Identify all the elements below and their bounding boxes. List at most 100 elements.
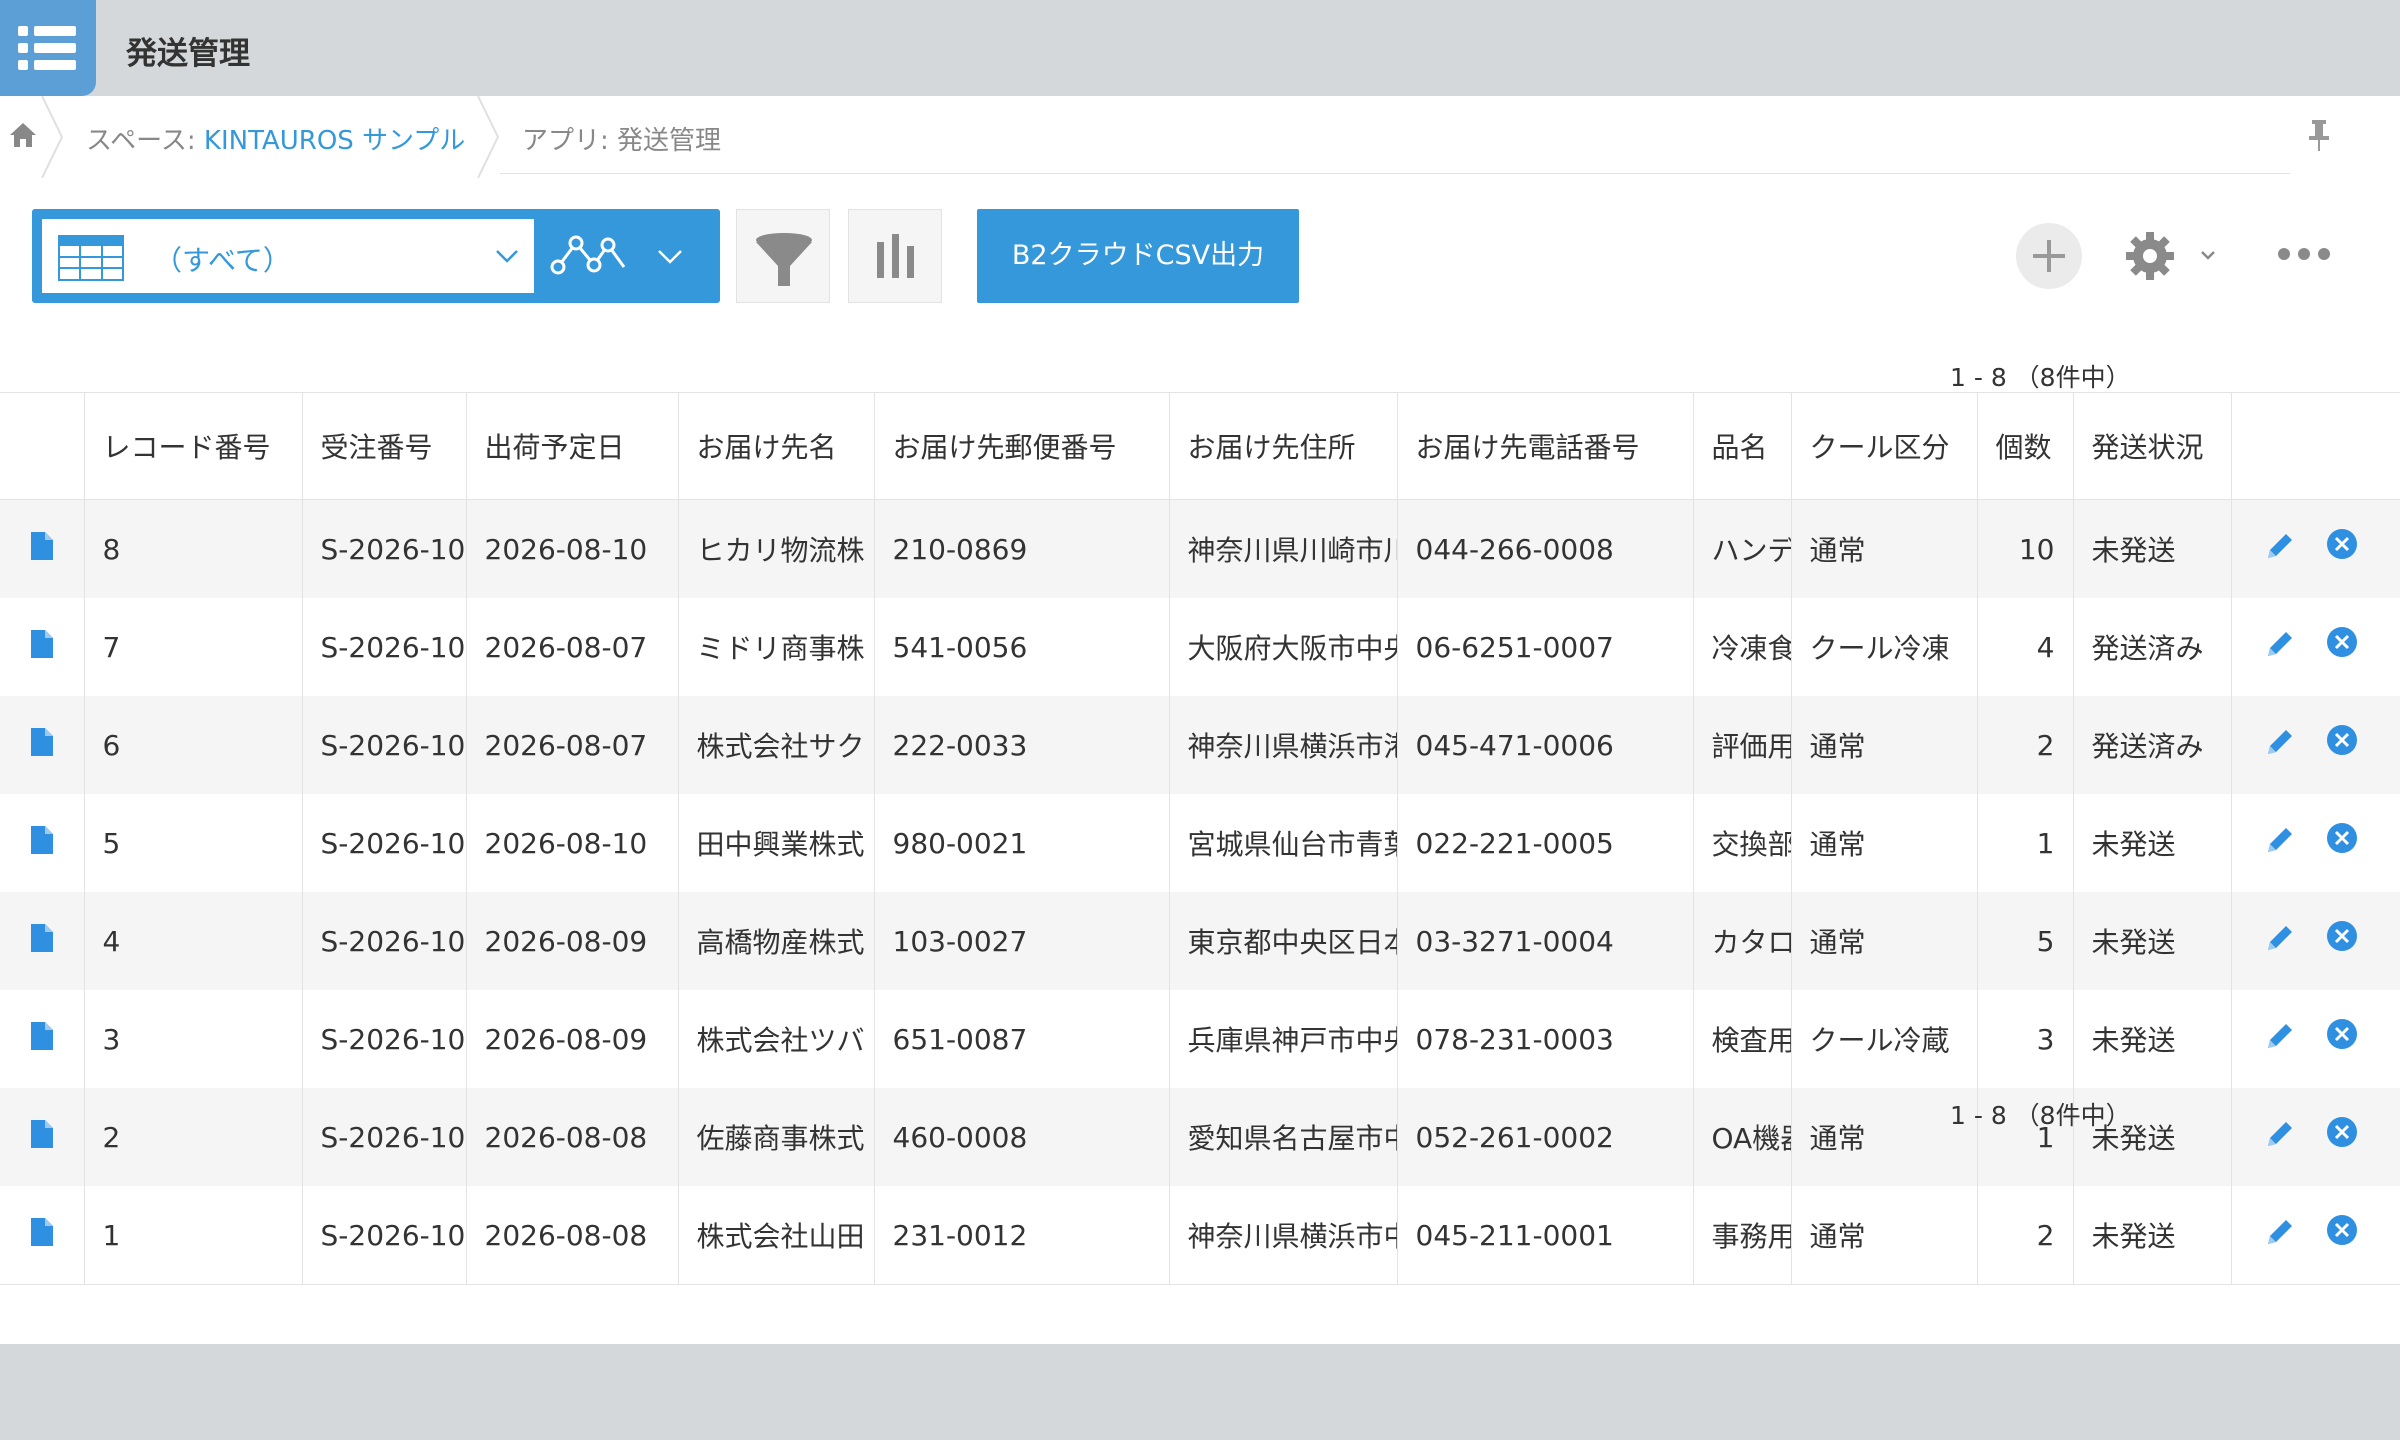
column-header[interactable]: 受注番号 [301,392,466,500]
settings-button[interactable] [2122,226,2222,286]
table-cell: 宮城県仙台市青葉 [1168,794,1397,892]
breadcrumb-app[interactable]: アプリ: 発送管理 [522,120,721,157]
row-actions [2230,990,2400,1088]
pencil-icon[interactable] [2262,1214,2298,1250]
graph-icon[interactable] [550,231,632,281]
chart-button[interactable] [848,209,942,303]
table-cell: 980-0021 [873,794,1169,892]
record-detail-link[interactable] [0,892,84,990]
table-cell: 3 [1976,990,2073,1088]
close-circle-icon[interactable] [2326,822,2358,854]
table-cell: S-2026-10 [301,1186,466,1285]
table-cell: 2026-08-07 [465,598,678,696]
pin-icon[interactable] [2306,118,2332,152]
table-cell: 1 [1976,794,2073,892]
table-cell: S-2026-10 [301,990,466,1088]
home-icon[interactable] [8,120,38,150]
column-header[interactable]: お届け先郵便番号 [873,392,1169,500]
table-cell: S-2026-10 [301,499,466,598]
pencil-icon[interactable] [2262,822,2298,858]
table-cell: 株式会社ツバ [677,990,874,1088]
table-row[interactable]: 1 S-2026-10 2026-08-08 株式会社山田 231-0012 神奈川県横浜… [0,1186,2400,1285]
list-icon[interactable] [0,0,96,96]
close-circle-icon[interactable] [2326,724,2358,756]
breadcrumb-space-link[interactable]: KINTAUROS サンプル [204,126,465,156]
table-row[interactable]: 6 S-2026-10 2026-08-07 株式会社サク 222-0033 神奈川県横浜… [0,696,2400,794]
view-select-dropdown[interactable]: （すべて） [42,219,534,293]
table-cell: 未発送 [2072,1186,2231,1285]
table-cell: 460-0008 [873,1088,1169,1186]
close-circle-icon[interactable] [2326,1018,2358,1050]
pencil-icon[interactable] [2262,1116,2298,1152]
row-actions [2230,794,2400,892]
breadcrumb-separator [477,96,500,178]
pencil-icon[interactable] [2262,1018,2298,1054]
table-row[interactable]: 5 S-2026-10 2026-08-10 田中興業株式 980-0021 宮城県仙台市… [0,794,2400,892]
table-cell: 佐藤商事株式 [677,1088,874,1186]
pencil-icon[interactable] [2262,528,2298,564]
record-detail-link[interactable] [0,499,84,598]
column-header[interactable]: クール区分 [1790,392,1977,500]
table-cell: 03-3271-0004 [1396,892,1693,990]
table-cell: 通常 [1790,499,1977,598]
column-header[interactable]: レコード番号 [83,392,302,500]
view-select-label: （すべて） [154,244,291,277]
table-cell: 未発送 [2072,794,2231,892]
pagination-top: 1 - 8 （8件中） [1950,363,2131,392]
column-header[interactable]: 個数 [1976,392,2073,500]
pencil-icon[interactable] [2262,626,2298,662]
column-header[interactable]: 発送状況 [2072,392,2231,500]
table-cell: 神奈川県横浜市港 [1168,696,1397,794]
more-options-button[interactable] [2276,242,2332,266]
row-actions [2230,499,2400,598]
pencil-icon[interactable] [2262,920,2298,956]
pencil-icon[interactable] [2262,724,2298,760]
table-cell: 通常 [1790,892,1977,990]
close-circle-icon[interactable] [2326,1214,2358,1246]
b2-csv-export-button[interactable]: B2クラウドCSV出力 [977,209,1299,303]
close-circle-icon[interactable] [2326,626,2358,658]
table-cell: 3 [83,990,302,1088]
record-detail-link[interactable] [0,696,84,794]
record-detail-link[interactable] [0,598,84,696]
record-detail-link[interactable] [0,1186,84,1285]
table-cell: クール冷凍 [1790,598,1977,696]
table-cell: 冷凍食 [1692,598,1791,696]
table-cell: S-2026-10 [301,598,466,696]
table-row[interactable]: 4 S-2026-10 2026-08-09 高橋物産株式 103-0027 東京都中央区… [0,892,2400,990]
table-cell: 発送済み [2072,696,2231,794]
table-cell: 7 [83,598,302,696]
table-row[interactable]: 3 S-2026-10 2026-08-09 株式会社ツバ 651-0087 兵庫県神戸市… [0,990,2400,1088]
table-cell: 通常 [1790,696,1977,794]
table-cell: 未発送 [2072,892,2231,990]
table-row[interactable]: 7 S-2026-10 2026-08-07 ミドリ商事株 541-0056 大阪府大阪市… [0,598,2400,696]
table-row[interactable]: 8 S-2026-10 2026-08-10 ヒカリ物流株 210-0869 神奈川県川崎… [0,499,2400,598]
table-cell: 210-0869 [873,499,1169,598]
column-header[interactable]: お届け先住所 [1168,392,1397,500]
breadcrumb-space[interactable]: スペース: KINTAUROS サンプル [86,120,465,157]
chevron-down-icon[interactable] [656,245,684,267]
column-header[interactable]: 品名 [1692,392,1791,500]
table-cell: 103-0027 [873,892,1169,990]
table-cell: 2 [1976,696,2073,794]
row-actions [2230,892,2400,990]
table-cell: 田中興業株式 [677,794,874,892]
plus-icon [2033,240,2065,272]
table-cell: 078-231-0003 [1396,990,1693,1088]
record-detail-link[interactable] [0,1088,84,1186]
document-icon [30,923,53,952]
add-record-button[interactable] [2016,223,2082,289]
record-detail-link[interactable] [0,990,84,1088]
column-header[interactable]: お届け先電話番号 [1396,392,1693,500]
table-cell: 大阪府大阪市中央 [1168,598,1397,696]
close-circle-icon[interactable] [2326,1116,2358,1148]
table-cell: 5 [83,794,302,892]
close-circle-icon[interactable] [2326,920,2358,952]
bar-chart-icon [877,234,914,278]
close-circle-icon[interactable] [2326,528,2358,560]
filter-button[interactable] [736,209,830,303]
table-cell: 評価用 [1692,696,1791,794]
column-header[interactable]: お届け先名 [677,392,874,500]
column-header[interactable]: 出荷予定日 [465,392,678,500]
record-detail-link[interactable] [0,794,84,892]
